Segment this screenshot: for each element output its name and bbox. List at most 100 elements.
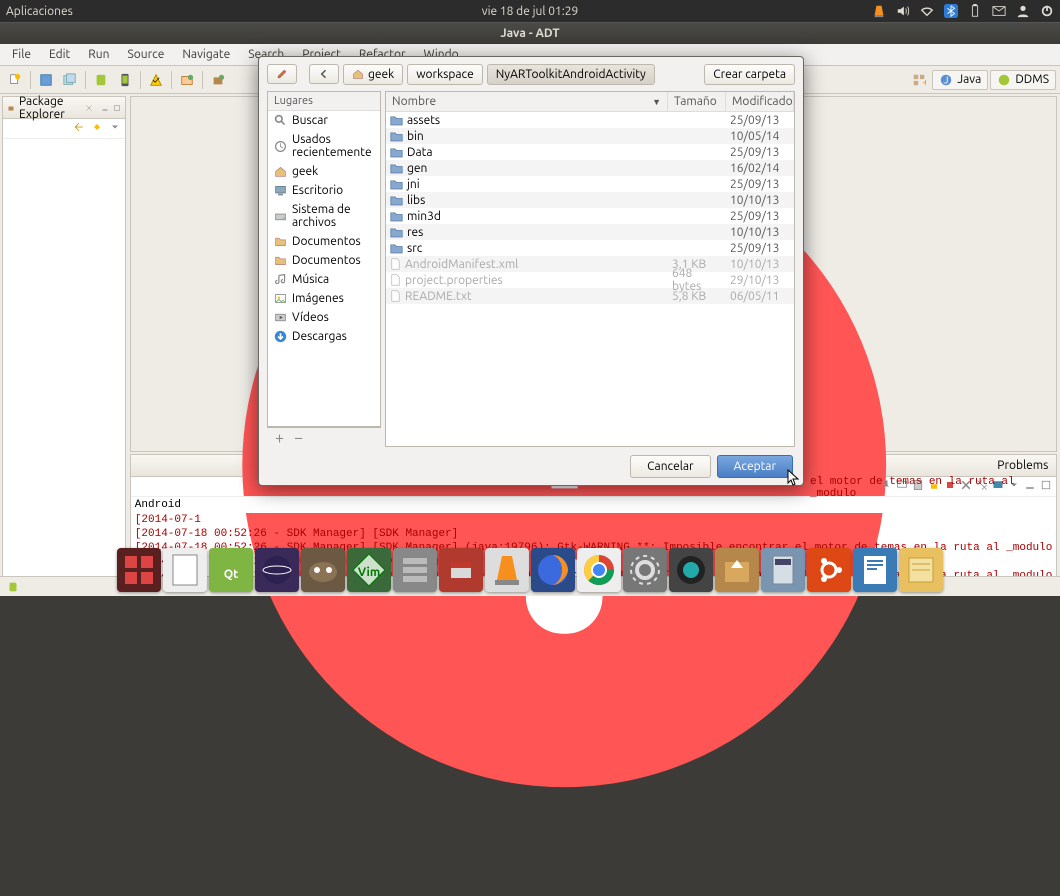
dock-notes[interactable] xyxy=(899,548,943,592)
vlc-tray-icon[interactable] xyxy=(872,4,886,18)
places-sidebar: Lugares BuscarUsados recientementegeekEs… xyxy=(267,91,381,427)
file-row[interactable]: README.txt5,8 KB06/05/11 xyxy=(386,288,794,304)
cancel-button[interactable]: Cancelar xyxy=(630,455,710,478)
folder-icon xyxy=(390,243,403,254)
place-vídeos[interactable]: Vídeos xyxy=(268,308,380,327)
volume-icon[interactable] xyxy=(896,4,910,18)
menu-run[interactable]: Run xyxy=(80,46,117,63)
accept-button[interactable]: Aceptar xyxy=(717,455,793,478)
link-icon[interactable] xyxy=(91,121,103,133)
search-icon xyxy=(274,114,287,127)
col-size[interactable]: Tamaño xyxy=(668,92,726,111)
collapse-icon[interactable] xyxy=(73,121,85,133)
perspective-ddms[interactable]: DDMS xyxy=(990,70,1056,90)
col-date[interactable]: Modificado xyxy=(726,92,794,111)
place-buscar[interactable]: Buscar xyxy=(268,111,380,130)
maximize-icon[interactable] xyxy=(113,102,121,114)
menu-file[interactable]: File xyxy=(4,46,39,63)
file-row[interactable]: res10/10/13 xyxy=(386,224,794,240)
dock-vlc[interactable] xyxy=(485,548,529,592)
cursor-icon xyxy=(787,469,801,487)
place-imágenes[interactable]: Imágenes xyxy=(268,289,380,308)
file-row[interactable]: gen16/02/14 xyxy=(386,160,794,176)
video-icon xyxy=(274,311,287,324)
power-icon[interactable] xyxy=(1040,4,1054,18)
console-fragment: el motor de temas en la ruta al _modulo xyxy=(810,476,1060,500)
home-icon xyxy=(274,165,287,178)
place-escritorio[interactable]: Escritorio xyxy=(268,181,380,200)
path-segment-home[interactable]: geek xyxy=(343,64,403,85)
music-icon xyxy=(274,273,287,286)
path-segment-current[interactable]: NyARToolkitAndroidActivity xyxy=(487,64,655,85)
avd-manager-icon[interactable] xyxy=(114,69,136,91)
mail-icon[interactable] xyxy=(992,4,1006,18)
dock-calculator[interactable] xyxy=(761,548,805,592)
file-row[interactable]: bin10/05/14 xyxy=(386,128,794,144)
menu-icon[interactable] xyxy=(109,121,121,133)
battery-icon[interactable] xyxy=(968,4,982,18)
add-bookmark-icon[interactable]: + xyxy=(275,432,284,444)
file-chooser-dialog: geek workspace NyARToolkitAndroidActivit… xyxy=(258,56,804,486)
view-title: Package Explorer xyxy=(19,95,81,121)
dock-settings[interactable] xyxy=(623,548,667,592)
ubuntu-top-bar: Aplicaciones vie 18 de jul 01:29 xyxy=(0,0,1060,22)
save-icon[interactable] xyxy=(35,69,57,91)
applications-menu[interactable]: Aplicaciones xyxy=(6,5,73,18)
clock[interactable]: vie 18 de jul 01:29 xyxy=(482,5,579,18)
file-row[interactable]: assets25/09/13 xyxy=(386,112,794,128)
file-row[interactable]: AndroidManifest.xml3,1 KB10/10/13 xyxy=(386,256,794,272)
dock-ubuntu[interactable] xyxy=(807,548,851,592)
new-icon[interactable] xyxy=(4,69,26,91)
dock-eclipse[interactable] xyxy=(255,548,299,592)
place-descargas[interactable]: Descargas xyxy=(268,327,380,346)
folder-icon xyxy=(390,115,403,126)
folder-icon xyxy=(390,147,403,158)
menu-edit[interactable]: Edit xyxy=(41,46,78,63)
col-name[interactable]: Nombre▼ xyxy=(386,92,668,111)
place-usados-recientemente[interactable]: Usados recientemente xyxy=(268,130,380,162)
dock-qt[interactable]: Qt xyxy=(209,548,253,592)
edit-path-button[interactable] xyxy=(267,64,297,84)
close-icon[interactable] xyxy=(85,102,93,114)
path-segment-workspace[interactable]: workspace xyxy=(407,64,483,85)
place-geek[interactable]: geek xyxy=(268,162,380,181)
folder-icon xyxy=(390,179,403,190)
user-icon[interactable] xyxy=(1016,4,1030,18)
folder-icon xyxy=(390,163,403,174)
dock-gimp[interactable] xyxy=(301,548,345,592)
minimize-icon[interactable] xyxy=(101,102,109,114)
dock-software[interactable] xyxy=(715,548,759,592)
place-documentos[interactable]: Documentos xyxy=(268,232,380,251)
file-list[interactable]: Nombre▼ Tamaño Modificado assets25/09/13… xyxy=(385,91,795,447)
dock-shotwell[interactable] xyxy=(669,548,713,592)
dock-chrome[interactable] xyxy=(577,548,621,592)
dock-writer[interactable] xyxy=(853,548,897,592)
place-documentos[interactable]: Documentos xyxy=(268,251,380,270)
remove-bookmark-icon[interactable]: − xyxy=(294,432,303,444)
back-button[interactable] xyxy=(309,64,339,84)
create-folder-button[interactable]: Crear carpeta xyxy=(704,64,795,85)
file-row[interactable]: min3d25/09/13 xyxy=(386,208,794,224)
bluetooth-icon[interactable] xyxy=(944,4,958,18)
folder-icon xyxy=(274,235,287,248)
file-row[interactable]: Data25/09/13 xyxy=(386,144,794,160)
dock-files[interactable] xyxy=(393,548,437,592)
dock-transmission[interactable] xyxy=(439,548,483,592)
place-sistema-de-archivos[interactable]: Sistema de archivos xyxy=(268,200,380,232)
package-explorer-view: Package Explorer xyxy=(2,96,126,594)
problems-tab[interactable]: Problems xyxy=(997,459,1048,472)
dock-firefox[interactable] xyxy=(531,548,575,592)
sdk-manager-icon[interactable] xyxy=(90,69,112,91)
dock-vim[interactable]: Vim xyxy=(347,548,391,592)
file-row[interactable]: libs10/10/13 xyxy=(386,192,794,208)
android-status-icon[interactable] xyxy=(6,580,20,594)
save-all-icon[interactable] xyxy=(59,69,81,91)
file-row[interactable]: jni25/09/13 xyxy=(386,176,794,192)
network-icon[interactable] xyxy=(920,4,934,18)
dock-libreoffice[interactable] xyxy=(163,548,207,592)
file-row[interactable]: src25/09/13 xyxy=(386,240,794,256)
dock-app-1[interactable] xyxy=(117,548,161,592)
file-row[interactable]: project.properties648 bytes29/10/13 xyxy=(386,272,794,288)
place-música[interactable]: Música xyxy=(268,270,380,289)
package-icon xyxy=(7,102,15,114)
